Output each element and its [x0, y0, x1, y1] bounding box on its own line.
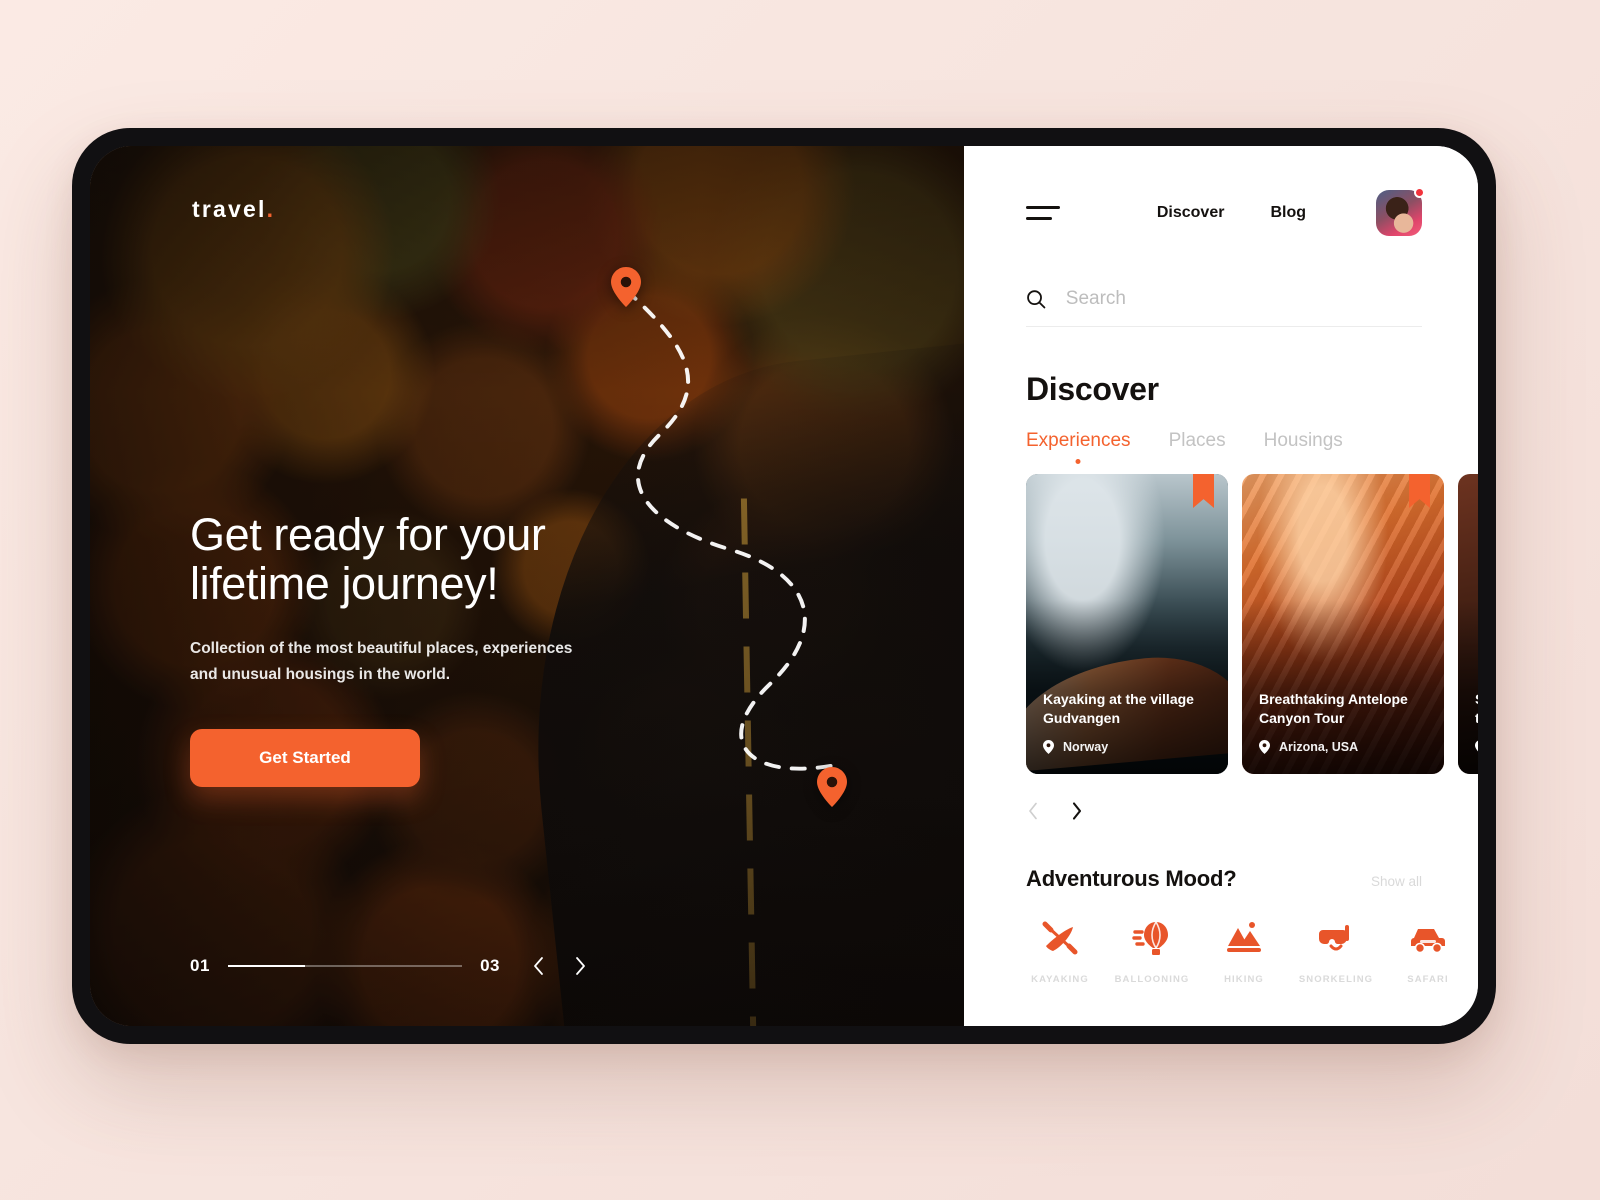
hero-arrow-group — [528, 956, 590, 976]
mood-item-hiking[interactable]: HIKING — [1204, 916, 1284, 985]
search-input[interactable] — [1065, 288, 1422, 310]
avatar-image — [1376, 190, 1422, 236]
get-started-button[interactable]: Get Started — [190, 729, 420, 788]
mood-label: SNORKELING — [1298, 974, 1374, 985]
hero-prev-button[interactable] — [528, 956, 548, 976]
mood-category-list: KAYAKING BALLOONING HIKING SNORKELING SA… — [1020, 916, 1478, 985]
mood-section-header: Adventurous Mood? Show all — [1026, 866, 1422, 892]
kayak-icon — [1040, 916, 1080, 960]
mood-label: BALLOONING — [1114, 974, 1190, 985]
location-pin-icon — [1259, 740, 1270, 754]
mood-item-safari[interactable]: SAFARI — [1388, 916, 1468, 985]
mood-item-ballooning[interactable]: BALLOONING — [1112, 916, 1192, 985]
map-pin-icon — [611, 267, 641, 307]
mood-item-snorkeling[interactable]: SNORKELING — [1296, 916, 1376, 985]
slide-progress-bar[interactable] — [227, 965, 463, 967]
carousel-prev-button[interactable] — [1024, 800, 1042, 822]
card-location-text: Norway — [1063, 740, 1109, 754]
slide-current-number: 01 — [190, 956, 210, 975]
slide-progress-fill — [227, 965, 306, 967]
hero-panel: travel. Get ready for your lifetime jour… — [90, 146, 964, 1026]
mood-title: Adventurous Mood? — [1026, 866, 1237, 891]
slide-total-number: 03 — [480, 956, 500, 975]
card-location: Norway — [1043, 740, 1214, 754]
experience-card-list: Kayaking at the village Gudvangen Norway — [1026, 474, 1478, 774]
mood-label: SAFARI — [1407, 974, 1449, 985]
notification-dot-icon — [1414, 187, 1425, 198]
search-icon — [1027, 290, 1046, 309]
card-location: Arizona, USA — [1259, 740, 1430, 754]
nav-link-blog[interactable]: Blog — [1270, 204, 1306, 222]
card-body: Breathtaking Antelope Canyon Tour Arizon… — [1259, 690, 1430, 754]
mood-label: KAYAKING — [1031, 974, 1089, 985]
tablet-screen: travel. Get ready for your lifetime jour… — [90, 146, 1478, 1026]
brand-logo[interactable]: travel. — [192, 196, 275, 223]
hero-subtitle: Collection of the most beautiful places,… — [190, 640, 573, 683]
snorkel-mask-icon — [1316, 916, 1356, 960]
safari-jeep-icon — [1408, 916, 1448, 960]
hero-title: Get ready for your lifetime journey! — [190, 509, 546, 609]
mood-label: HIKING — [1224, 974, 1264, 985]
card-title: Breathtaking Antelope Canyon Tour — [1259, 691, 1408, 727]
discover-panel: Discover Blog Discover Experiences — [964, 146, 1478, 1026]
hamburger-menu-icon[interactable] — [1026, 206, 1068, 220]
tab-housings[interactable]: Housings — [1264, 430, 1343, 466]
nav-links: Discover Blog — [1157, 187, 1425, 236]
hero-next-button[interactable] — [570, 956, 590, 976]
search-bar[interactable] — [1026, 288, 1422, 327]
experience-card[interactable]: Sedona Vortex Tour for the Soul Sedona, … — [1458, 474, 1478, 774]
tab-places[interactable]: Places — [1169, 430, 1226, 466]
card-title: Kayaking at the village Gudvangen — [1043, 691, 1194, 727]
hero-copy: Get ready for your lifetime journey! Col… — [190, 509, 620, 788]
top-navigation-bar: Discover Blog — [964, 146, 1478, 236]
nav-link-discover[interactable]: Discover — [1157, 204, 1225, 222]
hero-slider-controls: 01 03 — [190, 956, 590, 976]
location-pin-icon — [1043, 740, 1054, 754]
card-location-text: Arizona, USA — [1279, 740, 1359, 754]
avatar[interactable] — [1376, 187, 1425, 236]
tablet-device-frame: travel. Get ready for your lifetime jour… — [72, 128, 1496, 1044]
location-pin-icon — [1475, 740, 1478, 752]
card-body: Kayaking at the village Gudvangen Norway — [1043, 690, 1214, 754]
carousel-controls — [1024, 800, 1478, 822]
carousel-next-button[interactable] — [1068, 800, 1086, 822]
experience-card[interactable]: Kayaking at the village Gudvangen Norway — [1026, 474, 1228, 774]
mountains-icon — [1224, 916, 1264, 960]
hot-air-balloon-icon — [1132, 916, 1172, 960]
brand-logo-text: travel — [192, 196, 267, 222]
card-title: Sedona Vortex Tour for the Soul — [1475, 691, 1478, 727]
tab-experiences[interactable]: Experiences — [1026, 430, 1131, 466]
mood-item-kayaking[interactable]: KAYAKING — [1020, 916, 1100, 985]
card-body: Sedona Vortex Tour for the Soul Sedona, … — [1475, 690, 1478, 754]
experience-card[interactable]: Breathtaking Antelope Canyon Tour Arizon… — [1242, 474, 1444, 774]
show-all-link[interactable]: Show all — [1371, 874, 1422, 889]
brand-logo-dot: . — [266, 196, 276, 222]
card-location: Sedona, USA — [1475, 740, 1478, 754]
discover-tabs: Experiences Places Housings — [1026, 430, 1478, 466]
map-pin-icon — [817, 767, 847, 807]
page-title: Discover — [1026, 371, 1159, 407]
